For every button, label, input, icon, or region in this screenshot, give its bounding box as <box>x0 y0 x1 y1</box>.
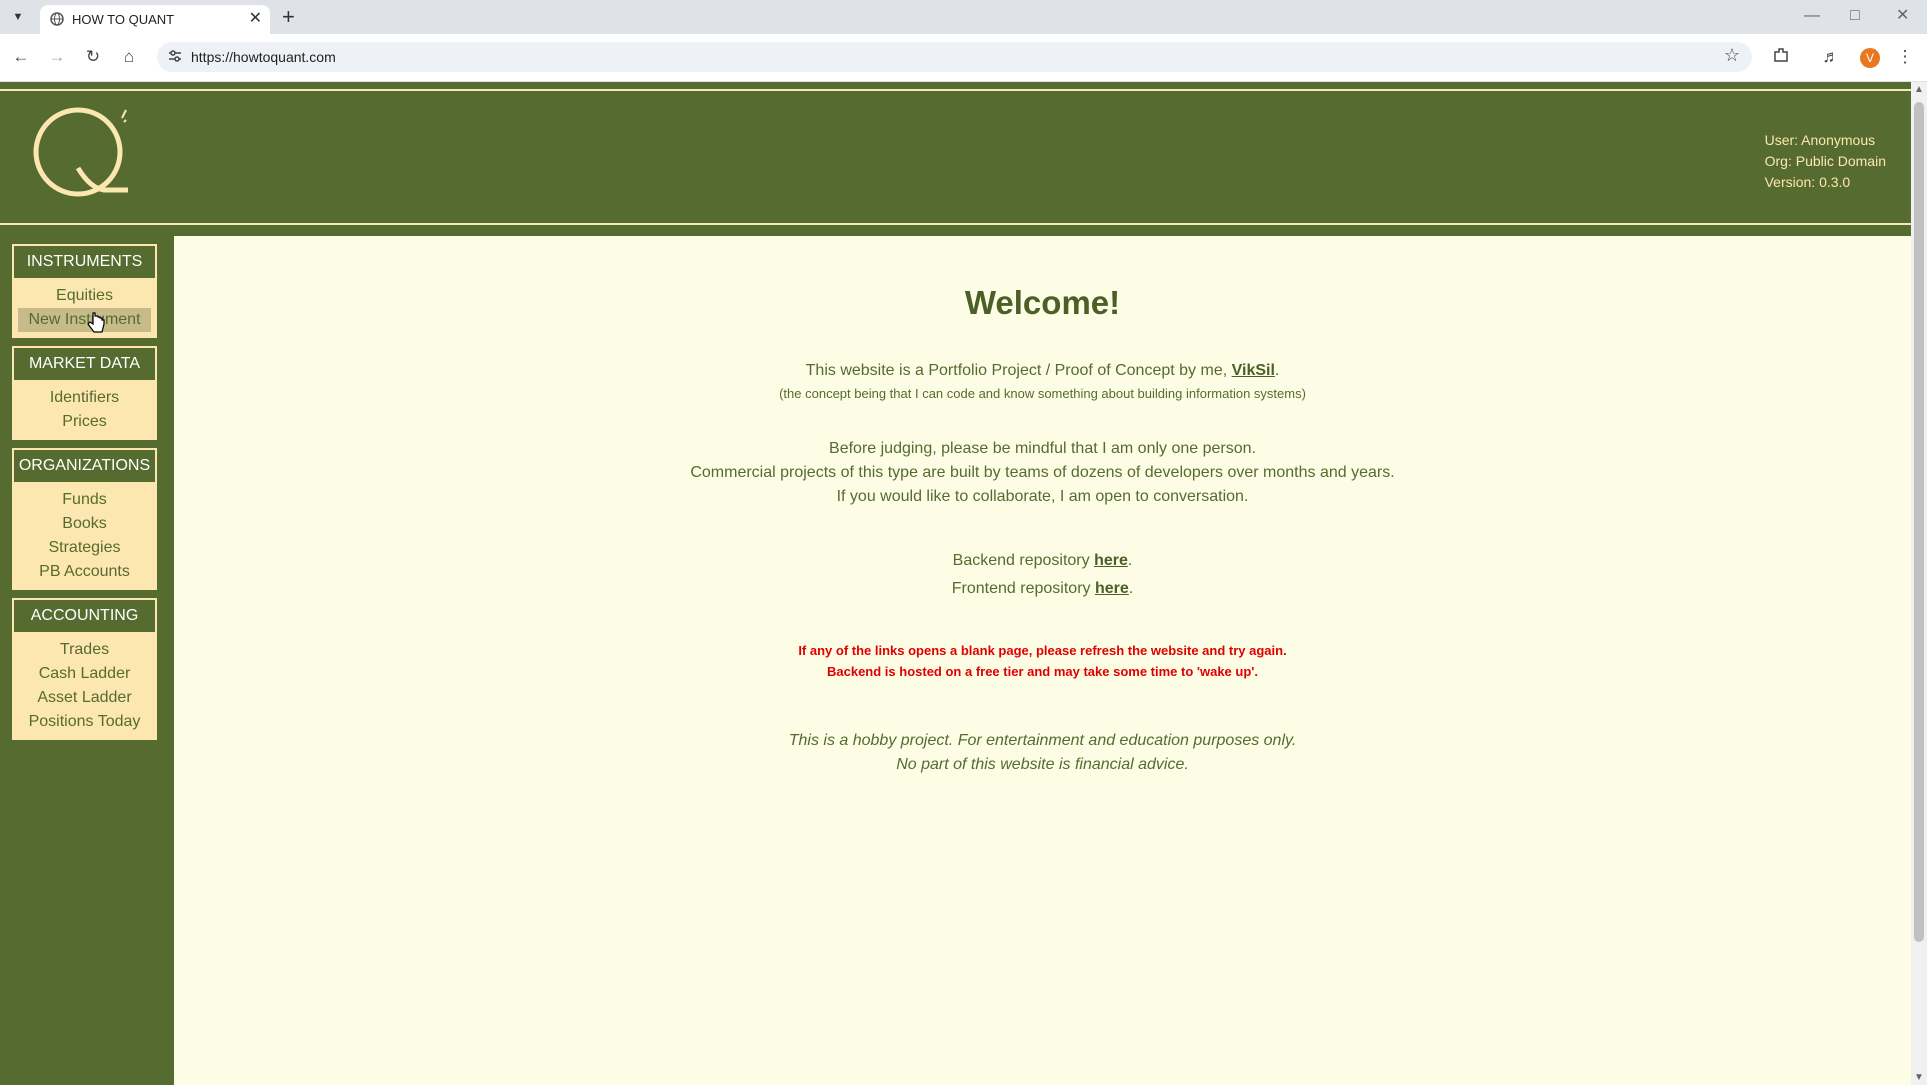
url-text: https://howtoquant.com <box>191 49 336 65</box>
forward-icon[interactable]: → <box>46 46 68 68</box>
menu-item-identifiers[interactable]: Identifiers <box>14 386 155 410</box>
tab-title: HOW TO QUANT <box>72 12 175 27</box>
backend-prefix: Backend repository <box>952 552 1095 569</box>
tab-search-chevron-icon[interactable]: ▼ <box>8 7 28 27</box>
backend-repo-line: Backend repository here. <box>174 552 1911 570</box>
browser-tab[interactable]: HOW TO QUANT ✕ <box>40 5 270 34</box>
paragraph-1: Before judging, please be mindful that I… <box>829 440 1256 457</box>
scrollbar-thumb[interactable] <box>1914 102 1924 942</box>
page-scrollbar[interactable]: ▲ ▼ <box>1911 82 1927 1085</box>
warning-line-1: If any of the links opens a blank page, … <box>798 643 1287 658</box>
intro-note: (the concept being that I can code and k… <box>779 386 1306 401</box>
media-control-icon[interactable]: ♬ <box>1820 46 1842 68</box>
back-icon[interactable]: ← <box>10 46 32 68</box>
frontend-prefix: Frontend repository <box>951 580 1095 597</box>
menu-header: ACCOUNTING <box>14 600 155 634</box>
period: . <box>1128 580 1134 597</box>
menu-item-trades[interactable]: Trades <box>14 638 155 662</box>
backend-repo-link[interactable]: here <box>1094 552 1128 569</box>
menu-market-data: MARKET DATA Identifiers Prices <box>12 346 157 440</box>
browser-toolbar: ← → ↻ ⌂ https://howtoquant.com ☆ ♬ V ⋮ <box>0 34 1927 82</box>
page-title: Welcome! <box>964 284 1121 321</box>
sidebar: INSTRUMENTS Equities New Instrument MARK… <box>0 236 174 1085</box>
new-tab-button[interactable]: + <box>282 5 295 29</box>
menu-item-pb-accounts[interactable]: PB Accounts <box>14 560 155 584</box>
scroll-up-icon[interactable]: ▲ <box>1914 84 1924 95</box>
reload-icon[interactable]: ↻ <box>82 46 104 68</box>
frontend-repo-line: Frontend repository here. <box>174 580 1911 598</box>
menu-item-prices[interactable]: Prices <box>14 410 155 434</box>
maximize-icon[interactable]: □ <box>1850 4 1860 28</box>
org-label: Org: Public Domain <box>1764 153 1886 169</box>
window-close-icon[interactable]: ✕ <box>1896 4 1909 28</box>
extensions-icon[interactable] <box>1770 46 1792 68</box>
menu-item-books[interactable]: Books <box>14 512 155 536</box>
site-logo[interactable] <box>30 106 134 211</box>
tab-close-icon[interactable]: ✕ <box>249 9 262 29</box>
intro-suffix: . <box>1274 362 1280 379</box>
version-label: Version: 0.3.0 <box>1764 174 1851 190</box>
menu-item-funds[interactable]: Funds <box>14 488 155 512</box>
menu-header: ORGANIZATIONS <box>14 450 155 484</box>
user-label: User: Anonymous <box>1764 132 1876 148</box>
menu-item-positions-today[interactable]: Positions Today <box>14 710 155 734</box>
site-info-icon[interactable] <box>167 48 183 69</box>
intro-prefix: This website is a Portfolio Project / Pr… <box>805 362 1232 379</box>
menu-accounting: ACCOUNTING Trades Cash Ladder Asset Ladd… <box>12 598 157 740</box>
menu-header: MARKET DATA <box>14 348 155 382</box>
intro-text: This website is a Portfolio Project / Pr… <box>174 362 1911 380</box>
menu-kebab-icon[interactable]: ⋮ <box>1894 46 1916 68</box>
site-header: User: Anonymous Org: Public Domain Versi… <box>0 82 1911 236</box>
menu-item-new-instrument[interactable]: New Instrument <box>18 308 151 332</box>
disclaimer-line-2: No part of this website is financial adv… <box>896 756 1189 773</box>
paragraph-2: Commercial projects of this type are bui… <box>690 464 1395 481</box>
profile-avatar[interactable]: V <box>1860 48 1880 68</box>
address-bar[interactable]: https://howtoquant.com ☆ <box>157 42 1752 72</box>
minimize-icon[interactable]: — <box>1804 4 1820 28</box>
menu-instruments: INSTRUMENTS Equities New Instrument <box>12 244 157 338</box>
menu-item-strategies[interactable]: Strategies <box>14 536 155 560</box>
globe-icon <box>50 12 64 31</box>
menu-organizations: ORGANIZATIONS Funds Books Strategies PB … <box>12 448 157 590</box>
scroll-down-icon[interactable]: ▼ <box>1914 1072 1924 1083</box>
author-link[interactable]: VikSil <box>1232 362 1275 379</box>
frontend-repo-link[interactable]: here <box>1095 580 1129 597</box>
period: . <box>1127 552 1133 569</box>
bookmark-star-icon[interactable]: ☆ <box>1724 45 1740 66</box>
disclaimer-line-1: This is a hobby project. For entertainme… <box>788 732 1297 749</box>
web-page: User: Anonymous Org: Public Domain Versi… <box>0 82 1911 1085</box>
header-bottom-line <box>0 223 1911 225</box>
browser-tabstrip: ▼ HOW TO QUANT ✕ + — □ ✕ <box>0 0 1927 34</box>
user-info: User: Anonymous Org: Public Domain Versi… <box>1765 130 1886 193</box>
hand-cursor-icon <box>87 312 105 339</box>
warning-line-2: Backend is hosted on a free tier and may… <box>827 664 1258 679</box>
menu-header: INSTRUMENTS <box>14 246 155 280</box>
paragraph-3: If you would like to collaborate, I am o… <box>836 488 1249 505</box>
menu-item-asset-ladder[interactable]: Asset Ladder <box>14 686 155 710</box>
menu-item-cash-ladder[interactable]: Cash Ladder <box>14 662 155 686</box>
home-icon[interactable]: ⌂ <box>118 46 140 68</box>
header-top-line <box>0 89 1911 91</box>
menu-item-equities[interactable]: Equities <box>14 284 155 308</box>
main-content: Welcome! This website is a Portfolio Pro… <box>174 236 1911 1085</box>
